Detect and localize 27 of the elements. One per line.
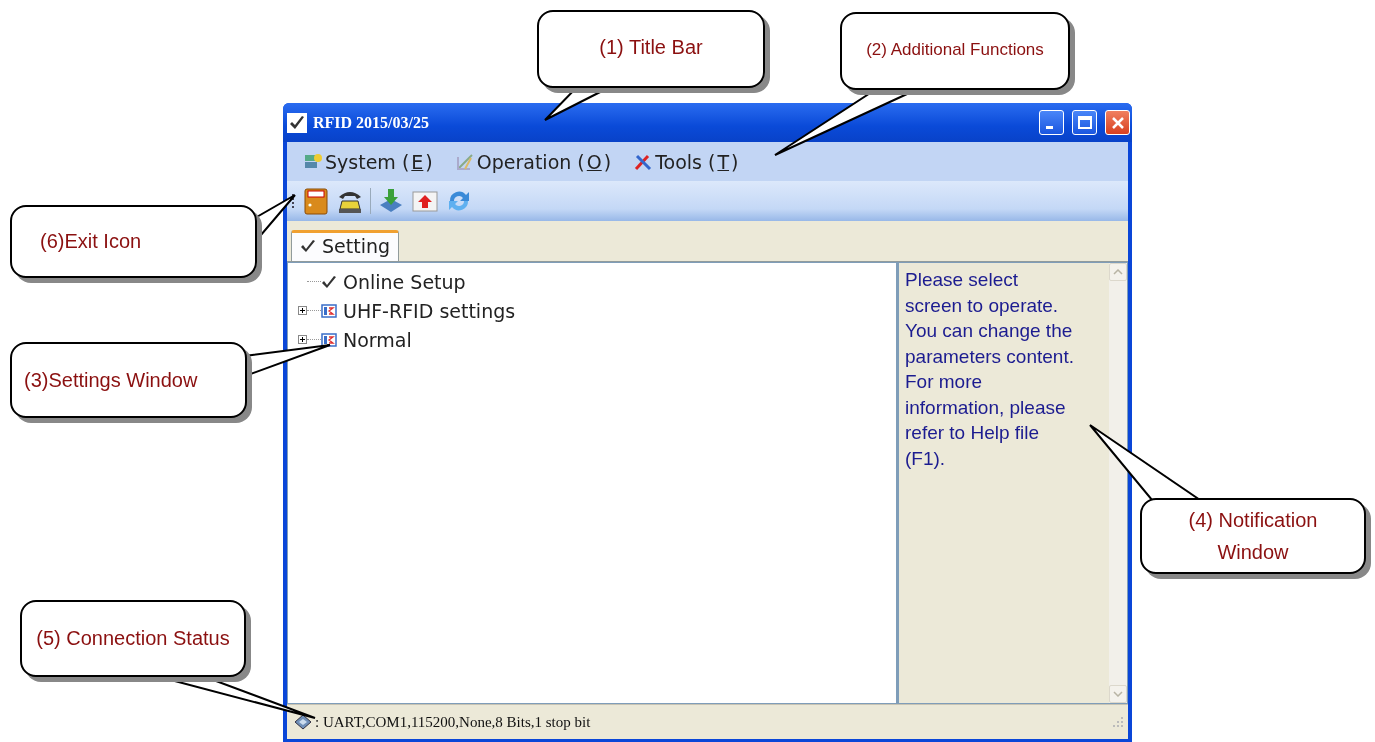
settings-page-icon [321, 302, 337, 319]
check-icon [321, 273, 337, 290]
caret-up-icon [1113, 269, 1123, 275]
tree-item[interactable]: UHF-RFID settings [343, 299, 516, 322]
tree-item[interactable]: Normal [343, 328, 412, 351]
tree-item[interactable]: Online Setup [343, 270, 466, 293]
menu-item[interactable]: Operation (O) [450, 150, 616, 173]
notification-text: Please select screen to operate. You can change the parameters content. [905, 268, 1075, 369]
close-button[interactable] [1105, 110, 1130, 135]
menu-item[interactable]: Tools (T) [629, 150, 743, 173]
menu-item[interactable]: System (E) [299, 150, 437, 173]
notification-text: For more information, please refer to Help file (F1). [905, 370, 1067, 471]
tab[interactable]: Setting [291, 230, 400, 261]
expand-icon[interactable] [298, 335, 307, 344]
check-icon [287, 112, 307, 133]
connection-status-text: : UART,COM1,115200,None,8 Bits,1 stop bit [315, 713, 591, 731]
check-icon [300, 238, 316, 254]
settings-page-icon [321, 331, 337, 348]
caret-down-icon [1113, 691, 1123, 697]
exit-door-icon[interactable] [302, 187, 330, 215]
resize-grip[interactable] [1112, 716, 1124, 728]
expand-icon[interactable] [298, 306, 307, 315]
minimize-button[interactable] [1039, 110, 1064, 135]
chart-icon [454, 151, 475, 172]
maximize-button[interactable] [1072, 110, 1097, 135]
window-title: RFID 2015/03/25 [313, 113, 429, 132]
minimize-icon [1045, 126, 1053, 129]
